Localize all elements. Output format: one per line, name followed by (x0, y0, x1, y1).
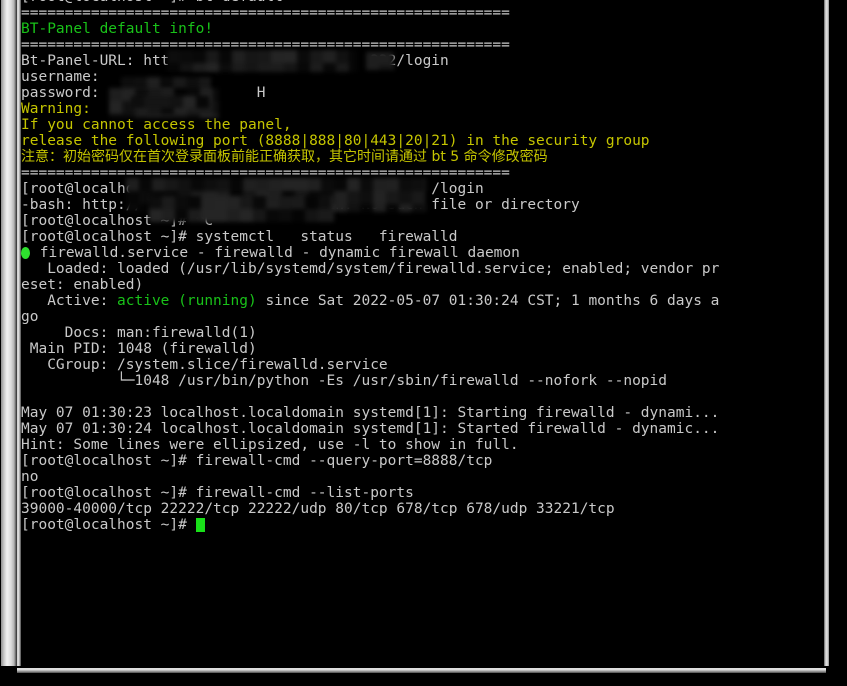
terminal-text: /login (143, 181, 484, 197)
desktop-background: [root@localhost ~]# bt default==========… (0, 0, 847, 686)
terminal-screen[interactable]: [root@localhost ~]# bt default==========… (21, 0, 824, 668)
terminal-line: ========================================… (21, 37, 824, 53)
terminal-text: [root@localhost ~]# systemctl status fir… (21, 229, 458, 245)
terminal-line: Docs: man:firewalld(1) (21, 325, 824, 341)
terminal-text: go (21, 309, 39, 325)
terminal-text: Docs: man:firewalld(1) (21, 325, 257, 341)
terminal-text: eset: enabled) (21, 277, 144, 293)
terminal-text: [root@localhost ~]# (21, 517, 196, 533)
terminal-text: no (21, 469, 39, 485)
terminal-text: Main PID: 1048 (firewalld) (21, 341, 257, 357)
terminal-line: May 07 01:30:23 localhost.localdomain sy… (21, 405, 824, 421)
terminal-line: go (21, 309, 824, 325)
terminal-output: [root@localhost ~]# bt default==========… (21, 0, 824, 533)
terminal-line: eset: enabled) (21, 277, 824, 293)
terminal-line: └─1048 /usr/bin/python -Es /usr/sbin/fir… (21, 373, 824, 389)
terminal-text: password: (21, 85, 109, 101)
terminal-line: username: (21, 69, 824, 85)
terminal-line: Loaded: loaded (/usr/lib/systemd/system/… (21, 261, 824, 277)
terminal-text: active (running) (117, 293, 257, 309)
terminal-line: firewalld.service - firewalld - dynamic … (21, 245, 824, 261)
terminal-line: [root@localhost ~]# firewall-cmd --query… (21, 453, 824, 469)
terminal-text: Bt-Panel-URL: htt (21, 53, 170, 69)
terminal-text: 注意：初始密码仅在首次登录面板前能正确获取，其它时间请通过 bt 5 命令修改密… (21, 149, 548, 165)
terminal-line: Active: active (running) since Sat 2022-… (21, 293, 824, 309)
terminal-text: H (108, 85, 266, 101)
terminal-line: ========================================… (21, 165, 824, 181)
terminal-line: May 07 01:30:24 localhost.localdomain sy… (21, 421, 824, 437)
terminal-text: Hint: Some lines were ellipsized, use -l… (21, 437, 519, 453)
terminal-line: Hint: Some lines were ellipsized, use -l… (21, 437, 824, 453)
terminal-line: If you cannot access the panel, (21, 117, 824, 133)
terminal-line: Bt-Panel-URL: htt 222/login (21, 53, 824, 69)
terminal-text: BT-Panel default info! (21, 21, 214, 37)
terminal-line: 注意：初始密码仅在首次登录面板前能正确获取，其它时间请通过 bt 5 命令修改密… (21, 149, 824, 165)
terminal-line: 39000-40000/tcp 22222/tcp 22222/udp 80/t… (21, 501, 824, 517)
terminal-text: ========================================… (21, 165, 510, 181)
window-frame-bottom-edge (17, 668, 826, 673)
terminal-line: -bash: http:// ogin: No such file or dir… (21, 197, 824, 213)
terminal-text: username: (21, 69, 109, 85)
window-frame-left (0, 0, 17, 672)
terminal-text: [root@localhost ~]# firewall-cmd --list-… (21, 485, 414, 501)
terminal-line: Main PID: 1048 (firewalld) (21, 341, 824, 357)
terminal-text: release the following port (8888|888|80|… (21, 133, 650, 149)
terminal-text: 39000-40000/tcp 22222/tcp 22222/udp 80/t… (21, 501, 615, 517)
terminal-line: no (21, 469, 824, 485)
terminal-line: [root@localhost ~]# (21, 517, 824, 533)
terminal-text: firewalld.service - firewalld - dynamic … (31, 245, 520, 261)
terminal-text: [root@localhos (21, 181, 144, 197)
terminal-text: Active: (21, 293, 118, 309)
terminal-line: ========================================… (21, 5, 824, 21)
terminal-text: May 07 01:30:24 localhost.localdomain sy… (21, 421, 720, 437)
terminal-text: └─1048 /usr/bin/python -Es /usr/sbin/fir… (21, 373, 668, 389)
window-frame-right (824, 0, 829, 672)
terminal-text: If you cannot access the panel, (21, 117, 292, 133)
terminal-line: release the following port (8888|888|80|… (21, 133, 824, 149)
terminal-cursor (195, 518, 205, 532)
terminal-text: May 07 01:30:23 localhost.localdomain sy… (21, 405, 720, 421)
terminal-text: ========================================… (21, 5, 510, 21)
terminal-text: CGroup: /system.slice/firewalld.service (21, 357, 388, 373)
terminal-text: [root@localhost ~]# ^C (21, 213, 214, 229)
terminal-line: [root@localhost ~]# ^C (21, 213, 824, 229)
terminal-text: [root@localhost ~]# firewall-cmd --query… (21, 453, 493, 469)
terminal-text: since Sat 2022-05-07 01:30:24 CST; 1 mon… (256, 293, 720, 309)
terminal-text: -bash: http:// (21, 197, 144, 213)
service-active-dot-icon (21, 247, 30, 259)
terminal-text: ogin: No such file or directory (143, 197, 580, 213)
terminal-line: [root@localhost ~]# firewall-cmd --list-… (21, 485, 824, 501)
terminal-line: password: H (21, 85, 824, 101)
terminal-text: Warning: (21, 101, 91, 117)
terminal-line: CGroup: /system.slice/firewalld.service (21, 357, 824, 373)
terminal-text: Loaded: loaded (/usr/lib/systemd/system/… (21, 261, 720, 277)
terminal-line: [root@localhos /login (21, 181, 824, 197)
terminal-line: Warning: (21, 101, 824, 117)
terminal-text: ========================================… (21, 37, 510, 53)
terminal-line: BT-Panel default info! (21, 21, 824, 37)
terminal-text: 222/login (169, 53, 449, 69)
terminal-line: [root@localhost ~]# systemctl status fir… (21, 229, 824, 245)
